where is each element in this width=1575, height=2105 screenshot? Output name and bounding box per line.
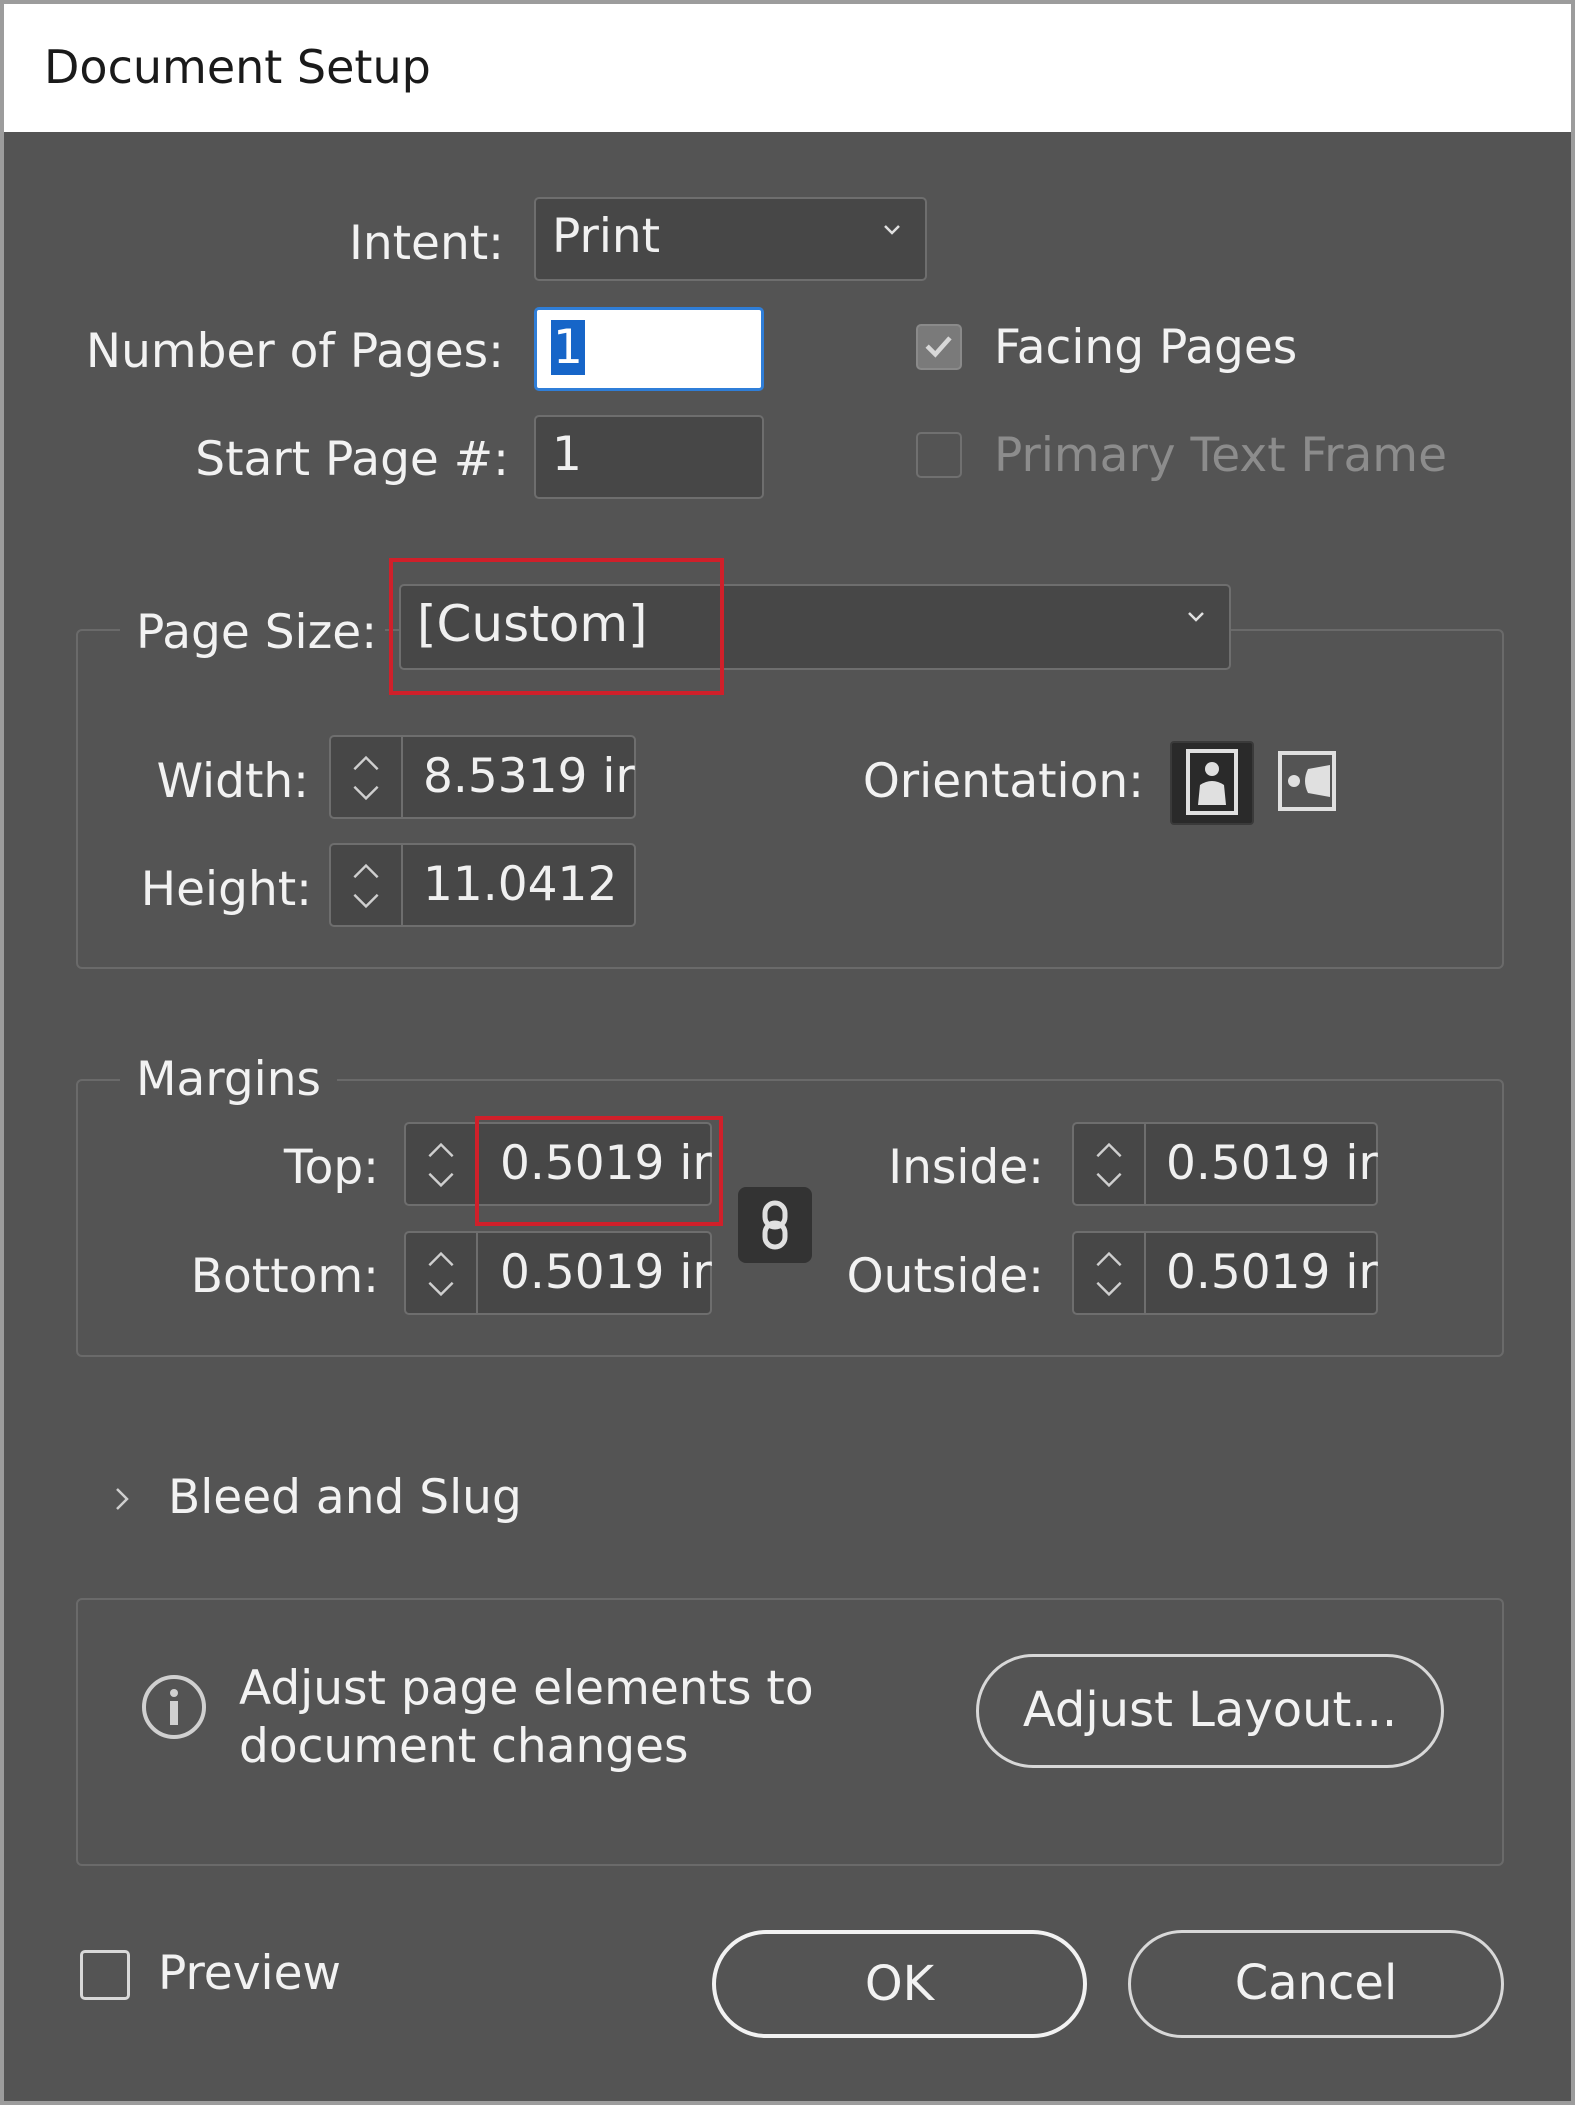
preview-label: Preview xyxy=(158,1946,341,2001)
page-size-highlight xyxy=(389,558,724,695)
margin-top-highlight xyxy=(475,1116,723,1226)
preview-checkbox[interactable] xyxy=(80,1950,130,2000)
bleed-and-slug-label: Bleed and Slug xyxy=(168,1470,522,1525)
stepper-arrows-icon xyxy=(428,1142,454,1188)
number-of-pages-input[interactable]: 1 xyxy=(534,307,764,391)
adjust-text-line1: Adjust page elements to xyxy=(239,1661,814,1716)
margin-outside-field[interactable]: 0.5019 ir xyxy=(1072,1231,1378,1315)
start-page-value: 1 xyxy=(552,427,582,482)
landscape-orientation-button[interactable] xyxy=(1272,741,1342,825)
width-field[interactable]: 8.5319 ir xyxy=(329,735,636,819)
number-of-pages-value: 1 xyxy=(551,320,585,375)
margin-outside-label: Outside: xyxy=(846,1249,1044,1304)
margin-top-stepper[interactable] xyxy=(406,1124,478,1204)
page-size-label: Page Size: xyxy=(120,603,386,663)
adjust-layout-button[interactable]: Adjust Layout... xyxy=(976,1654,1444,1768)
intent-label: Intent: xyxy=(348,216,504,271)
intent-value: Print xyxy=(552,209,661,264)
cancel-button[interactable]: Cancel xyxy=(1128,1930,1504,2038)
ok-button[interactable]: OK xyxy=(712,1930,1087,2038)
chain-link-icon xyxy=(762,1200,788,1250)
width-label: Width: xyxy=(156,754,309,809)
margin-top-label: Top: xyxy=(283,1140,379,1195)
margin-outside-stepper[interactable] xyxy=(1074,1233,1146,1313)
start-page-input[interactable]: 1 xyxy=(534,415,764,499)
start-page-label: Start Page #: xyxy=(195,432,509,487)
margin-inside-value[interactable]: 0.5019 ir xyxy=(1166,1124,1378,1204)
chevron-right-icon xyxy=(116,1488,129,1510)
margin-outside-value[interactable]: 0.5019 ir xyxy=(1166,1233,1378,1313)
primary-text-frame-checkbox[interactable] xyxy=(916,432,962,478)
width-value[interactable]: 8.5319 ir xyxy=(423,737,635,817)
info-icon xyxy=(142,1675,206,1739)
landscape-icon xyxy=(1278,751,1336,811)
bleed-and-slug-toggle[interactable]: Bleed and Slug xyxy=(104,1464,564,1534)
facing-pages-label: Facing Pages xyxy=(994,320,1298,375)
margin-inside-field[interactable]: 0.5019 ir xyxy=(1072,1122,1378,1206)
stepper-arrows-icon xyxy=(1096,1142,1122,1188)
margins-legend: Margins xyxy=(120,1050,338,1110)
dialog-title: Document Setup xyxy=(44,40,431,94)
intent-dropdown[interactable]: Print xyxy=(534,197,927,281)
margin-inside-label: Inside: xyxy=(888,1140,1044,1195)
stepper-arrows-icon xyxy=(353,755,379,801)
chevron-down-icon xyxy=(1188,612,1204,622)
portrait-icon xyxy=(1186,749,1238,815)
link-margins-button[interactable] xyxy=(738,1187,812,1263)
height-value[interactable]: 11.0412 xyxy=(423,845,617,925)
portrait-orientation-button[interactable] xyxy=(1170,741,1254,825)
margin-bottom-field[interactable]: 0.5019 ir xyxy=(404,1231,712,1315)
height-label: Height: xyxy=(140,862,312,917)
number-of-pages-label: Number of Pages: xyxy=(85,324,504,379)
stepper-arrows-icon xyxy=(428,1251,454,1297)
margin-bottom-label: Bottom: xyxy=(190,1249,379,1304)
document-setup-dialog: Document Setup Intent: Print Number of P… xyxy=(0,0,1575,2105)
width-stepper[interactable] xyxy=(331,737,403,817)
checkmark-icon xyxy=(925,336,952,358)
margin-inside-stepper[interactable] xyxy=(1074,1124,1146,1204)
margin-bottom-stepper[interactable] xyxy=(406,1233,478,1313)
height-field[interactable]: 11.0412 xyxy=(329,843,636,927)
adjust-text-line2: document changes xyxy=(239,1719,689,1774)
title-bar: Document Setup xyxy=(4,4,1571,132)
chevron-down-icon xyxy=(884,225,900,235)
height-stepper[interactable] xyxy=(331,845,403,925)
stepper-arrows-icon xyxy=(1096,1251,1122,1297)
facing-pages-checkbox[interactable] xyxy=(916,324,962,370)
orientation-label: Orientation: xyxy=(862,754,1144,809)
stepper-arrows-icon xyxy=(353,863,379,909)
primary-text-frame-label: Primary Text Frame xyxy=(994,428,1447,483)
margin-bottom-value[interactable]: 0.5019 ir xyxy=(500,1233,712,1313)
